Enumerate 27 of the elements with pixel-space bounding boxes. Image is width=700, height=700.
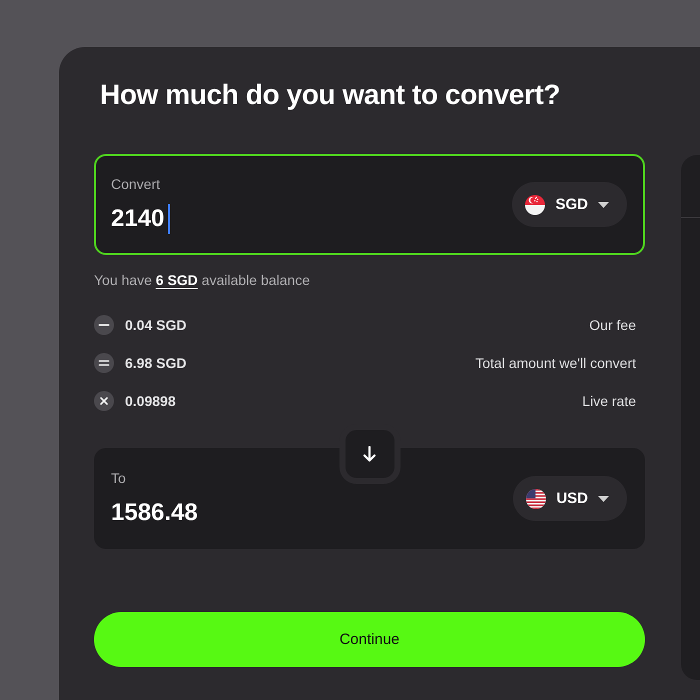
caret-icon bbox=[598, 202, 609, 208]
dialog-title: How much do you want to convert? bbox=[100, 78, 560, 112]
text-cursor-icon bbox=[168, 204, 170, 234]
breakdown-value: 0.09898 bbox=[125, 393, 176, 409]
caret-icon bbox=[598, 496, 609, 502]
breakdown-value: 0.04 SGD bbox=[125, 317, 186, 333]
balance-link[interactable]: 6 SGD bbox=[156, 272, 198, 288]
breakdown-label: Our fee bbox=[589, 317, 636, 333]
breakdown-label: Live rate bbox=[582, 393, 636, 409]
multiply-icon bbox=[94, 391, 114, 411]
breakdown-label: Total amount we'll convert bbox=[475, 355, 636, 371]
field-label: Convert bbox=[111, 176, 160, 192]
field-label: To bbox=[111, 470, 126, 487]
amount-value: 2140 bbox=[111, 204, 164, 233]
minus-icon bbox=[94, 315, 114, 335]
balance-text: You have 6 SGD available balance bbox=[94, 272, 310, 289]
down-arrow-icon bbox=[362, 446, 376, 462]
breakdown-value: 6.98 SGD bbox=[125, 355, 186, 371]
flag-icon bbox=[526, 488, 546, 508]
currency-selector[interactable]: SGD bbox=[512, 182, 627, 227]
equals-icon bbox=[94, 353, 114, 373]
amount-field[interactable]: Convert 2140 SGD bbox=[94, 154, 645, 255]
continue-button[interactable]: Continue bbox=[94, 612, 645, 667]
currency-selector[interactable]: USD bbox=[513, 476, 627, 521]
flag-icon bbox=[525, 194, 546, 214]
result-field[interactable]: To 1586.48 USD bbox=[94, 448, 645, 549]
amount-value: 1586.48 bbox=[111, 498, 198, 527]
